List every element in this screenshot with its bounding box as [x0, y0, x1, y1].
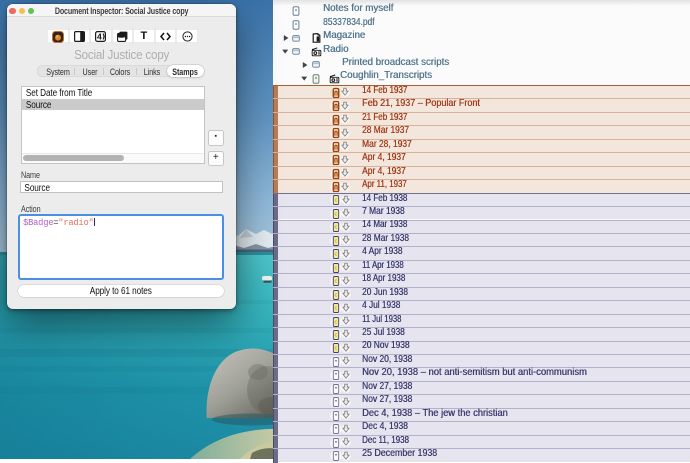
svg-text:4: 4	[97, 32, 102, 42]
